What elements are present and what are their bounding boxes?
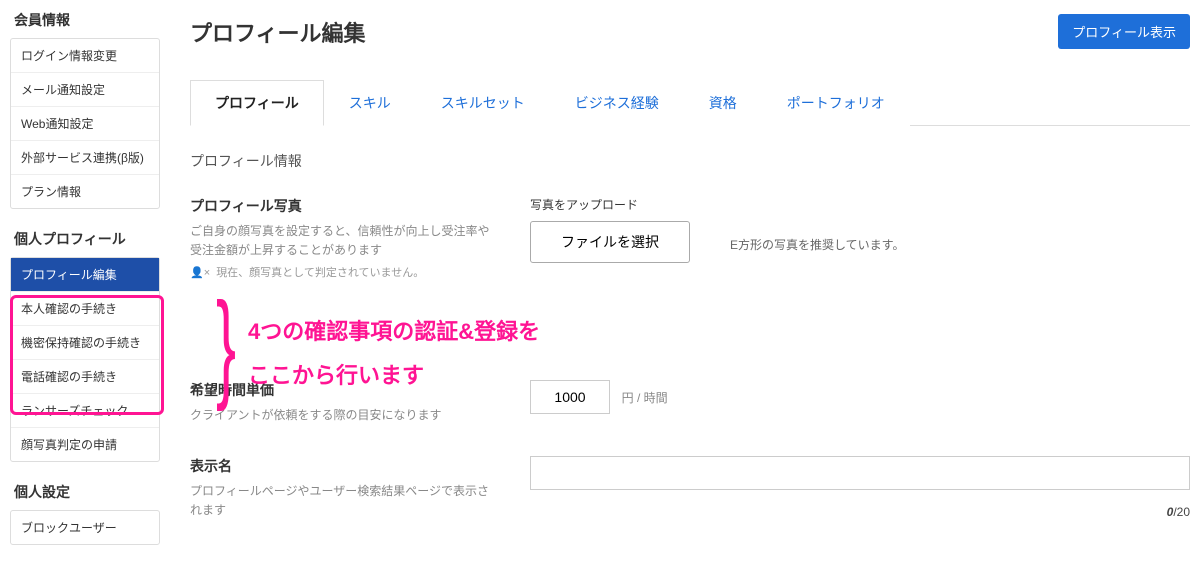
form-row-photo: プロフィール写真 ご自身の顔写真を設定すると、信頼性が向上し受注率や受注金額が上… <box>190 196 1190 280</box>
photo-note-text: 現在、顔写真として判定されていません。 <box>216 267 424 279</box>
photo-note: 👤× 現在、顔写真として判定されていません。 <box>190 264 500 280</box>
sidebar-title: 個人プロフィール <box>10 229 160 249</box>
tabs: プロフィール スキル スキルセット ビジネス経験 資格 ポートフォリオ <box>190 79 1190 126</box>
person-x-icon: 👤× <box>190 267 210 279</box>
sidebar-item-login[interactable]: ログイン情報変更 <box>11 39 159 73</box>
rate-input[interactable] <box>530 380 610 414</box>
tab-skillset[interactable]: スキルセット <box>416 80 550 126</box>
count-max: /20 <box>1173 505 1190 519</box>
upload-label: 写真をアップロード <box>530 196 690 213</box>
tab-profile[interactable]: プロフィール <box>190 80 324 126</box>
name-label: 表示名 <box>190 456 500 476</box>
rate-label: 希望時間単価 <box>190 380 500 400</box>
tab-portfolio[interactable]: ポートフォリオ <box>762 80 910 126</box>
tab-business[interactable]: ビジネス経験 <box>550 80 684 126</box>
sidebar-item-webnotify[interactable]: Web通知設定 <box>11 107 159 141</box>
sidebar-section-settings: 個人設定 ブロックユーザー <box>10 482 160 545</box>
photo-recommend: E方形の写真を推奨しています。 <box>730 236 904 253</box>
page-title: プロフィール編集 <box>190 16 366 48</box>
sidebar-item-nda[interactable]: 機密保持確認の手続き <box>11 326 159 360</box>
sidebar-item-profile-edit[interactable]: プロフィール編集 <box>11 258 159 292</box>
photo-label: プロフィール写真 <box>190 196 500 216</box>
sidebar-item-identity[interactable]: 本人確認の手続き <box>11 292 159 326</box>
sidebar: 会員情報 ログイン情報変更 メール通知設定 Web通知設定 外部サービス連携(β… <box>10 10 160 565</box>
tab-skill[interactable]: スキル <box>324 80 416 126</box>
sidebar-section-profile: 個人プロフィール プロフィール編集 本人確認の手続き 機密保持確認の手続き 電話… <box>10 229 160 462</box>
rate-help: クライアントが依頼をする際の目安になります <box>190 406 500 425</box>
file-select-button[interactable]: ファイルを選択 <box>530 221 690 263</box>
main-content: プロフィール編集 プロフィール表示 プロフィール スキル スキルセット ビジネス… <box>190 10 1190 565</box>
display-name-input[interactable] <box>530 456 1190 490</box>
sidebar-section-member: 会員情報 ログイン情報変更 メール通知設定 Web通知設定 外部サービス連携(β… <box>10 10 160 209</box>
sidebar-item-external[interactable]: 外部サービス連携(β版) <box>11 141 159 175</box>
name-help: プロフィールページやユーザー検索結果ページで表示されます <box>190 482 500 520</box>
form-row-rate: 希望時間単価 クライアントが依頼をする際の目安になります 円 / 時間 <box>190 380 1190 425</box>
section-heading: プロフィール情報 <box>190 151 1190 171</box>
sidebar-title: 個人設定 <box>10 482 160 502</box>
sidebar-title: 会員情報 <box>10 10 160 30</box>
sidebar-item-plan[interactable]: プラン情報 <box>11 175 159 208</box>
rate-unit: 円 / 時間 <box>622 391 668 405</box>
form-row-name: 表示名 プロフィールページやユーザー検索結果ページで表示されます 0/20 <box>190 456 1190 520</box>
char-count: 0/20 <box>1167 505 1190 519</box>
sidebar-item-phone[interactable]: 電話確認の手続き <box>11 360 159 394</box>
show-profile-button[interactable]: プロフィール表示 <box>1058 14 1190 49</box>
photo-help: ご自身の顔写真を設定すると、信頼性が向上し受注率や受注金額が上昇することがありま… <box>190 222 500 260</box>
tab-certs[interactable]: 資格 <box>684 80 762 126</box>
sidebar-item-facephoto[interactable]: 顔写真判定の申請 <box>11 428 159 461</box>
sidebar-item-lancers-check[interactable]: ランサーズチェック <box>11 394 159 428</box>
sidebar-item-mail[interactable]: メール通知設定 <box>11 73 159 107</box>
sidebar-item-block[interactable]: ブロックユーザー <box>11 511 159 544</box>
